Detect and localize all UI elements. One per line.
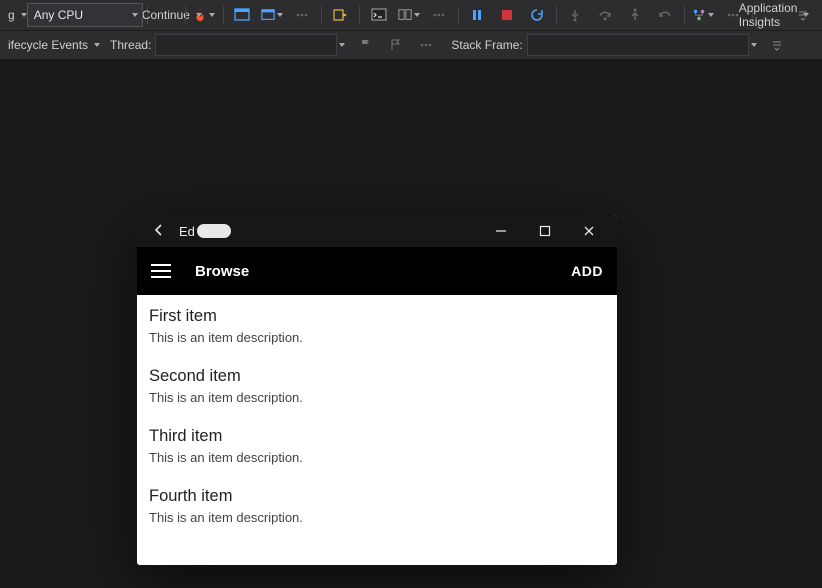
step-back-button[interactable] bbox=[651, 4, 679, 26]
minimize-icon bbox=[495, 225, 507, 237]
application-insights-button[interactable]: Application Insights bbox=[757, 4, 787, 26]
toolbar-extra-a[interactable] bbox=[288, 4, 316, 26]
list-item[interactable]: First item This is an item description. bbox=[137, 295, 617, 355]
diagnostic-tools-button[interactable] bbox=[395, 4, 423, 26]
flag-icon bbox=[359, 38, 373, 52]
restart-button[interactable] bbox=[523, 4, 551, 26]
list-item-desc: This is an item description. bbox=[149, 450, 605, 465]
chevron-down-icon bbox=[132, 13, 138, 17]
list-item[interactable]: Second item This is an item description. bbox=[137, 355, 617, 415]
step-over-button[interactable] bbox=[591, 4, 619, 26]
add-button[interactable]: ADD bbox=[571, 263, 603, 279]
main-toolbar: g Any CPU Continue bbox=[0, 0, 822, 31]
app-window: Ed Browse ADD First item This is an item … bbox=[137, 215, 617, 565]
chevron-down-icon bbox=[414, 13, 420, 17]
step-into-icon bbox=[568, 8, 582, 22]
overflow-icon bbox=[798, 8, 808, 22]
step-out-icon bbox=[628, 8, 642, 22]
maximize-button[interactable] bbox=[523, 215, 567, 247]
pause-icon bbox=[470, 8, 484, 22]
chevron-down-icon[interactable] bbox=[339, 43, 345, 47]
chevron-down-icon bbox=[209, 13, 215, 17]
list-item[interactable]: Third item This is an item description. bbox=[137, 415, 617, 475]
app-title: Ed bbox=[175, 224, 195, 239]
toolbar-extra-b[interactable] bbox=[425, 4, 453, 26]
menu-button[interactable] bbox=[151, 261, 171, 281]
layout-icon bbox=[234, 7, 250, 23]
step-out-button[interactable] bbox=[621, 4, 649, 26]
chevron-down-icon[interactable] bbox=[751, 43, 757, 47]
hot-reload-button[interactable] bbox=[190, 4, 218, 26]
list-item-desc: This is an item description. bbox=[149, 330, 605, 345]
stop-icon bbox=[500, 8, 514, 22]
flame-icon bbox=[193, 7, 207, 23]
visual-tree-icon bbox=[692, 7, 706, 23]
continue-label: Continue bbox=[138, 8, 194, 22]
chevron-down-icon[interactable] bbox=[94, 43, 100, 47]
continue-button[interactable]: Continue bbox=[152, 4, 180, 26]
list-item-title: Second item bbox=[149, 367, 605, 386]
overflow-icon bbox=[772, 38, 782, 52]
dots-icon bbox=[295, 8, 309, 22]
window-icon bbox=[261, 7, 275, 23]
window-dropdown-button[interactable] bbox=[258, 4, 286, 26]
flag-filter-button[interactable] bbox=[382, 34, 410, 56]
close-button[interactable] bbox=[567, 215, 611, 247]
pause-button[interactable] bbox=[463, 4, 491, 26]
list-item-desc: This is an item description. bbox=[149, 510, 605, 525]
list-item-title: First item bbox=[149, 307, 605, 326]
terminal-icon bbox=[371, 7, 387, 23]
config-combo-fragment: g bbox=[4, 8, 19, 22]
items-list[interactable]: First itemThis is an item description.Se… bbox=[137, 295, 617, 565]
chevron-down-icon bbox=[277, 13, 283, 17]
hamburger-icon bbox=[151, 264, 171, 266]
arrow-statement-icon bbox=[332, 7, 348, 23]
show-next-statement-button[interactable] bbox=[326, 4, 354, 26]
arrow-left-icon bbox=[151, 222, 167, 238]
maximize-icon bbox=[539, 225, 551, 237]
page-title: Browse bbox=[195, 263, 249, 280]
overflow-button[interactable] bbox=[763, 34, 791, 56]
debug-location-toolbar: ifecycle Events Thread: Stack Frame: bbox=[0, 31, 822, 60]
flag-outline-icon bbox=[389, 38, 403, 52]
list-item-desc: This is an item description. bbox=[149, 390, 605, 405]
close-icon bbox=[583, 225, 595, 237]
step-into-button[interactable] bbox=[561, 4, 589, 26]
cmd-window-button[interactable] bbox=[365, 4, 393, 26]
editor-stage: Ed Browse ADD First item This is an item … bbox=[0, 60, 822, 588]
thread-label: Thread: bbox=[106, 38, 155, 52]
minimize-button[interactable] bbox=[479, 215, 523, 247]
dots-icon bbox=[419, 38, 433, 52]
overflow-button[interactable] bbox=[789, 4, 817, 26]
app-titlebar[interactable]: Ed bbox=[137, 215, 617, 247]
stack-frame-combo[interactable] bbox=[527, 34, 749, 56]
list-item-title: Third item bbox=[149, 427, 605, 446]
dots-icon bbox=[432, 8, 446, 22]
platform-combo[interactable]: Any CPU bbox=[27, 3, 143, 27]
list-item[interactable]: Fourth item This is an item description. bbox=[137, 475, 617, 535]
step-back-icon bbox=[658, 8, 672, 22]
stack-frame-label: Stack Frame: bbox=[447, 38, 526, 52]
lifecycle-events-label: ifecycle Events bbox=[4, 38, 92, 52]
flag-thread-button[interactable] bbox=[352, 34, 380, 56]
list-item-title: Fourth item bbox=[149, 487, 605, 506]
app-header: Browse ADD bbox=[137, 247, 617, 295]
panels-icon bbox=[398, 7, 412, 23]
chevron-down-icon bbox=[708, 13, 714, 17]
back-button[interactable] bbox=[143, 218, 175, 245]
step-over-icon bbox=[598, 8, 612, 22]
title-redaction bbox=[197, 224, 231, 238]
toolbar-extra-d[interactable] bbox=[412, 34, 440, 56]
thread-combo[interactable] bbox=[155, 34, 337, 56]
window-layout-button[interactable] bbox=[228, 4, 256, 26]
live-visual-tree-button[interactable] bbox=[689, 4, 717, 26]
stop-button[interactable] bbox=[493, 4, 521, 26]
restart-icon bbox=[529, 7, 545, 23]
platform-combo-value: Any CPU bbox=[34, 8, 83, 22]
